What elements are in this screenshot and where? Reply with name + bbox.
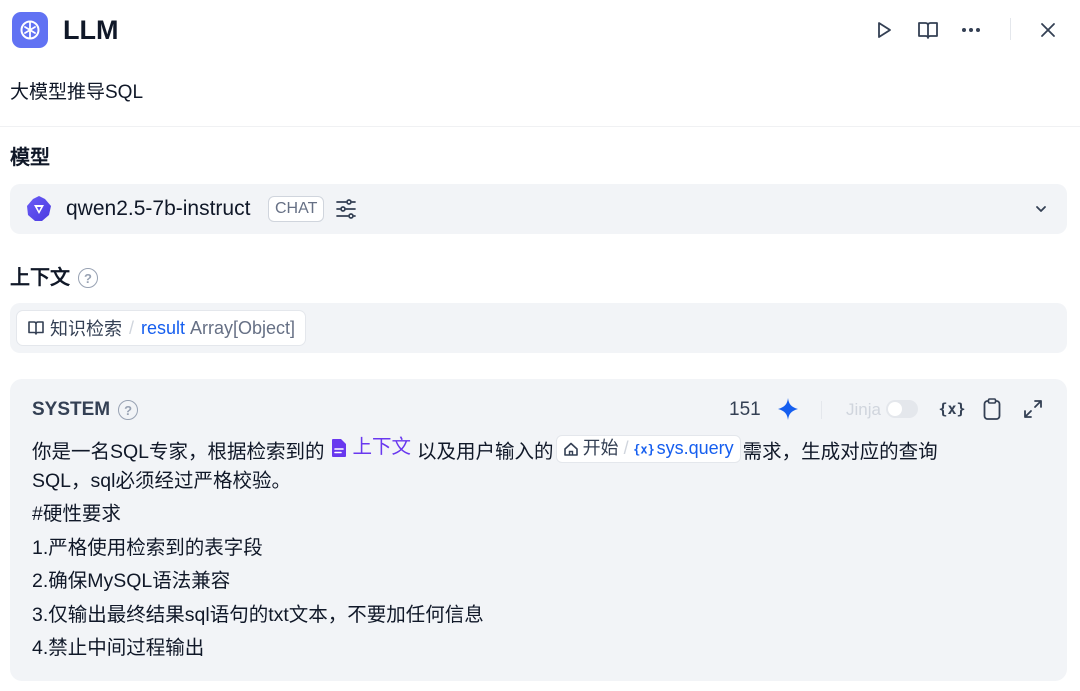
system-label-row: SYSTEM ?: [32, 397, 139, 423]
model-label: 模型: [10, 147, 50, 169]
context-tag-label: 上下文: [352, 436, 412, 458]
home-icon: [563, 442, 578, 456]
model-mode-badge: CHAT: [268, 196, 325, 222]
context-source-node: 知识检索: [50, 319, 122, 339]
help-icon[interactable]: ?: [118, 400, 139, 420]
prompt-line: SQL，sql必须经过严格校验。: [32, 469, 291, 492]
var-node-name: 开始: [582, 438, 619, 458]
insert-variable-icon[interactable]: {x}: [936, 396, 968, 422]
variable-icon: {x}: [634, 442, 654, 456]
svg-text:{x}: {x}: [938, 400, 965, 418]
jinja-label: Jinja: [846, 400, 881, 419]
brain-icon: [12, 12, 48, 48]
prompt-line: 3.仅输出最终结果sql语句的txt文本，不要加任何信息: [32, 603, 484, 626]
system-label: SYSTEM: [32, 399, 111, 420]
document-icon: [331, 438, 346, 457]
context-variable-name: result: [141, 317, 186, 338]
prompt-line: 2.确保MySQL语法兼容: [32, 570, 231, 592]
section-divider: [0, 126, 1080, 127]
prompt-line: 1.严格使用检索到的表字段: [32, 536, 263, 559]
prompt-text: 需求，生成对应的查询: [742, 440, 938, 463]
run-icon[interactable]: [868, 14, 900, 46]
context-variable-chip[interactable]: 知识检索 / result Array[Object]: [16, 310, 307, 346]
sys-query-variable-chip[interactable]: 开始 / {x} sys.query: [555, 434, 741, 463]
jinja-toggle[interactable]: [886, 400, 918, 418]
svg-text:{x}: {x}: [634, 442, 654, 456]
toggle-knob: [888, 402, 902, 416]
chip-separator: /: [623, 438, 629, 458]
context-section-label: 上下文 ?: [10, 265, 98, 291]
context-label: 上下文: [10, 267, 70, 289]
prompt-line: 你是一名SQL专家，根据检索到的 上下文 以及用户输入的 开始 / {x} sys.quer…: [32, 431, 1042, 465]
chip-separator: /: [129, 317, 135, 338]
model-selector[interactable]: qwen2.5-7b-instruct CHAT: [10, 184, 1067, 234]
prompt-line: 4.禁止中间过程输出: [32, 637, 205, 659]
context-tag[interactable]: 上下文: [331, 431, 412, 465]
node-description[interactable]: 大模型推导SQL: [10, 80, 143, 106]
system-prompt-text[interactable]: 你是一名SQL专家，根据检索到的 上下文 以及用户输入的 开始 / {x} sys.quer…: [32, 431, 1042, 666]
more-icon[interactable]: [955, 14, 987, 46]
header-divider: [1010, 18, 1011, 40]
sparkle-icon[interactable]: [775, 396, 801, 422]
toolbar-divider: [821, 401, 822, 419]
node-header: LLM: [0, 0, 1080, 62]
docs-icon[interactable]: [912, 14, 944, 46]
prompt-text: 你是一名SQL专家，根据检索到的: [32, 440, 325, 463]
expand-icon[interactable]: [1020, 396, 1046, 422]
close-icon[interactable]: [1032, 14, 1064, 46]
token-count: 151: [729, 399, 761, 420]
model-name: qwen2.5-7b-instruct: [66, 197, 251, 220]
model-params-icon[interactable]: [334, 197, 358, 221]
context-variable-type: Array[Object]: [190, 317, 296, 338]
help-icon[interactable]: ?: [78, 268, 98, 288]
prompt-text: 以及用户输入的: [417, 440, 554, 463]
context-variable-box[interactable]: 知识检索 / result Array[Object]: [10, 303, 1067, 353]
system-prompt-editor[interactable]: SYSTEM ? 151 Jinja {x} 你是一名SQL专家，根据检索到的 上…: [10, 379, 1067, 681]
copy-icon[interactable]: [980, 396, 1004, 422]
prompt-line: #硬性要求: [32, 503, 121, 525]
knowledge-book-icon: [28, 321, 44, 335]
qwen-logo-icon: [27, 196, 51, 221]
chevron-down-icon: [1036, 206, 1046, 212]
node-title[interactable]: LLM: [63, 13, 118, 47]
model-section-label: 模型: [10, 145, 50, 171]
var-name: sys.query: [656, 438, 734, 458]
